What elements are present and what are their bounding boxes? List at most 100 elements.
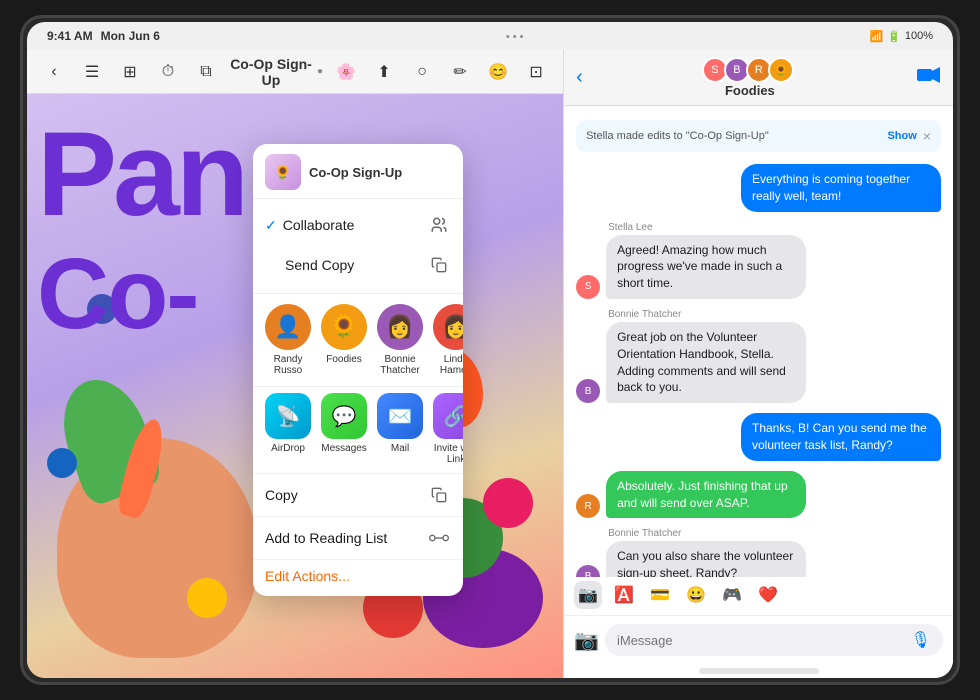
avatar-bonnie-label: BonnieThatcher — [380, 354, 419, 376]
reading-list-option[interactable]: Add to Reading List — [253, 516, 463, 559]
app-icons-row: 📡 AirDrop 💬 Messages ✉️ Mail — [253, 389, 463, 473]
camera-button[interactable]: 📷 — [574, 628, 599, 653]
pages-pen-button[interactable]: ✏ — [445, 57, 475, 87]
copy-label: Copy — [265, 487, 298, 503]
pages-big-text-pan: Pan — [37, 114, 245, 234]
message-2-bubble: Agreed! Amazing how much progress we've … — [606, 235, 806, 299]
illustration-blue-dot — [47, 448, 77, 478]
edit-notification: Stella made edits to "Co-Op Sign-Up" Sho… — [576, 120, 941, 152]
pages-content: Pan Co- 🌻 Co-Op Sign-Up — [27, 94, 563, 678]
popover-doc-title: Co-Op Sign-Up — [309, 165, 402, 180]
notification-show-button[interactable]: Show — [887, 130, 916, 142]
airdrop-icon: 📡 — [265, 393, 311, 439]
mail-item[interactable]: ✉️ Mail — [377, 393, 423, 465]
airdrop-item[interactable]: 📡 AirDrop — [265, 393, 311, 465]
status-right: 📶 🔋 100% — [869, 30, 933, 43]
pages-doc-title: Co-Op Sign-Up ● — [229, 56, 323, 88]
status-dots: • • • — [506, 31, 524, 43]
pages-copy-button[interactable]: ⧉ — [191, 57, 221, 87]
wifi-icon: 📶 — [869, 30, 883, 43]
avatar-randy[interactable]: 👤 RandyRusso — [265, 304, 311, 376]
message-2-sender: Stella Lee — [576, 222, 652, 233]
invite-link-item[interactable]: 🔗 Invite with Link — [433, 393, 463, 465]
notification-close-button[interactable]: × — [923, 128, 931, 144]
audio-button[interactable]: 🎙 — [911, 630, 931, 650]
split-view: ‹ ☰ ⊞ ⏱ ⧉ Co-Op Sign-Up ● 🌸 ⬆ ○ ✏ 😊 ⊡ — [27, 50, 953, 678]
popover-doc-icon: 🌻 — [265, 154, 301, 190]
camera-quick-button[interactable]: 📷 — [574, 581, 602, 609]
popover-divider-2 — [253, 386, 463, 387]
edit-actions-section: Edit Actions... — [253, 559, 463, 596]
pages-circle-button[interactable]: ○ — [407, 57, 437, 87]
battery-level: 100% — [905, 30, 933, 42]
invite-link-icon: 🔗 — [433, 393, 463, 439]
avatar-foodies-circle: 🌻 — [321, 304, 367, 350]
extra-button-1[interactable]: 🎮 — [718, 581, 746, 609]
status-time: 9:41 AM — [47, 29, 93, 43]
mail-label: Mail — [391, 443, 409, 454]
pages-emoji-button[interactable]: 😊 — [483, 57, 513, 87]
collaborate-option[interactable]: ✓ Collaborate — [265, 205, 451, 245]
reading-list-icon — [427, 526, 451, 550]
messages-share-label: Messages — [321, 443, 367, 454]
collaborate-checkmark: ✓ — [265, 217, 277, 234]
collaborate-icon — [427, 213, 451, 237]
message-input[interactable] — [617, 633, 911, 648]
messages-toolbar: ‹ S B R 🌻 Foodies — [564, 50, 953, 106]
appstore-button[interactable]: 🅰️ — [610, 581, 638, 609]
mail-icon: ✉️ — [377, 393, 423, 439]
pages-upload-button[interactable]: ⬆ — [369, 57, 399, 87]
message-2-wrap: S Agreed! Amazing how much progress we'v… — [576, 235, 806, 299]
message-3-wrap: B Great job on the Volunteer Orientation… — [576, 322, 806, 403]
message-2: Stella Lee S Agreed! Amazing how much pr… — [576, 222, 941, 299]
input-field-wrap[interactable]: 🎙 — [605, 624, 943, 656]
messages-group-name: Foodies — [725, 83, 775, 98]
message-6: Bonnie Thatcher B Can you also share the… — [576, 528, 941, 577]
share-popover: 🌻 Co-Op Sign-Up ✓ Collaborate — [253, 144, 463, 596]
collaborate-label: ✓ Collaborate — [265, 217, 354, 234]
pages-doc-badge: ● — [317, 66, 323, 77]
send-copy-option[interactable]: Send Copy — [265, 245, 451, 285]
memoji-button[interactable]: 😀 — [682, 581, 710, 609]
pages-pane: ‹ ☰ ⊞ ⏱ ⧉ Co-Op Sign-Up ● 🌸 ⬆ ○ ✏ 😊 ⊡ — [27, 50, 564, 678]
messages-list: Stella made edits to "Co-Op Sign-Up" Sho… — [564, 106, 953, 577]
copy-option[interactable]: Copy — [253, 473, 463, 516]
avatar-bonnie[interactable]: 👩 BonnieThatcher — [377, 304, 423, 376]
message-3-bubble: Great job on the Volunteer Orientation H… — [606, 322, 806, 403]
status-left: 9:41 AM Mon Jun 6 — [47, 29, 160, 43]
send-copy-label: Send Copy — [265, 257, 354, 273]
message-3: Bonnie Thatcher B Great job on the Volun… — [576, 309, 941, 403]
notification-text: Stella made edits to "Co-Op Sign-Up" — [586, 130, 887, 142]
cash-button[interactable]: 💳 — [646, 581, 674, 609]
popover-header: 🌻 Co-Op Sign-Up — [253, 144, 463, 199]
extra-button-2[interactable]: ❤️ — [754, 581, 782, 609]
messages-item[interactable]: 💬 Messages — [321, 393, 367, 465]
messages-video-button[interactable] — [917, 66, 941, 89]
message-1-wrap: Everything is coming together really wel… — [741, 164, 941, 212]
pages-more-button[interactable]: ⊡ — [521, 57, 551, 87]
pages-sidebar-button[interactable]: ☰ — [77, 57, 107, 87]
device-frame: 9:41 AM Mon Jun 6 • • • 📶 🔋 100% ‹ ☰ — [20, 15, 960, 685]
airdrop-label: AirDrop — [271, 443, 305, 454]
home-indicator — [699, 668, 819, 674]
messages-back-button[interactable]: ‹ — [576, 66, 583, 89]
avatar-randy-circle: 👤 — [265, 304, 311, 350]
messages-avatar-group: S B R 🌻 — [706, 57, 794, 83]
avatar-foodies[interactable]: 🌻 Foodies — [321, 304, 367, 376]
edit-actions-button[interactable]: Edit Actions... — [265, 568, 350, 584]
avatar-linda-label: LindaHamed — [440, 354, 463, 376]
pages-time-button[interactable]: ⏱ — [153, 57, 183, 87]
message-4-bubble: Thanks, B! Can you send me the volunteer… — [741, 413, 941, 461]
pages-back-button[interactable]: ‹ — [39, 57, 69, 87]
pages-table-button[interactable]: ⊞ — [115, 57, 145, 87]
battery-icon: 🔋 — [887, 30, 901, 43]
message-4: Thanks, B! Can you send me the volunteer… — [576, 413, 941, 461]
status-bar: 9:41 AM Mon Jun 6 • • • 📶 🔋 100% — [27, 22, 953, 50]
avatars-row: 👤 RandyRusso 🌻 Foodies 👩 BonnieThatcher — [253, 296, 463, 384]
pages-flower-button[interactable]: 🌸 — [331, 57, 361, 87]
group-avatar-4: 🌻 — [768, 57, 794, 83]
pages-big-text-co: Co- — [37, 244, 198, 344]
message-1-bubble: Everything is coming together really wel… — [741, 164, 941, 212]
avatar-linda[interactable]: 👩 LindaHamed — [433, 304, 463, 376]
messages-input-bar: 📷 🎙 — [564, 615, 953, 664]
